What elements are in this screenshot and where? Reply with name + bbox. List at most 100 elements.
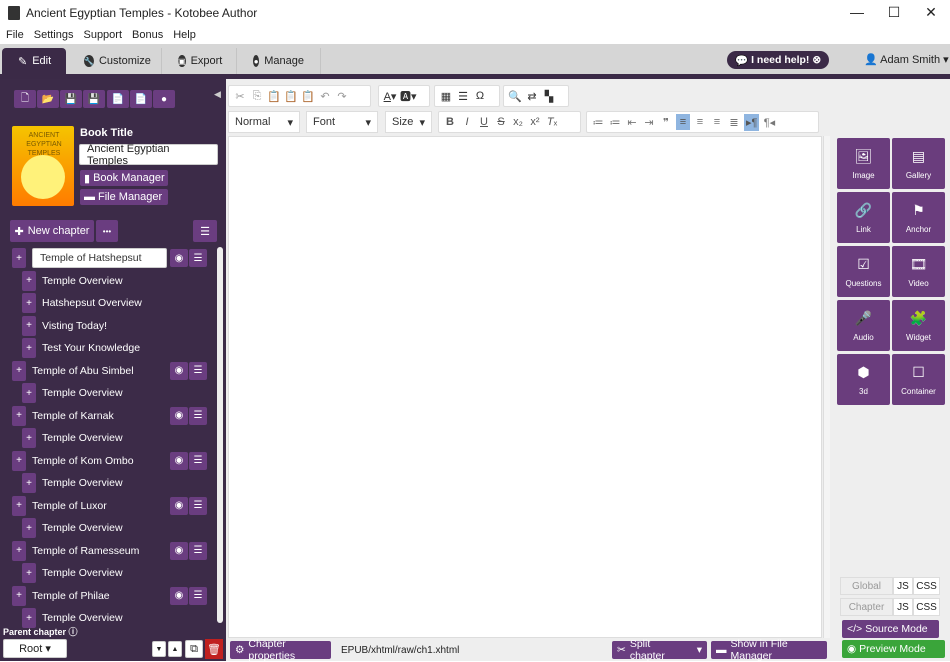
menu-support[interactable]: Support [83, 29, 122, 41]
tree-scrollbar[interactable] [217, 247, 223, 623]
widget-audio-button[interactable]: 🎤 Audio [837, 300, 890, 351]
subscript-icon[interactable]: x₂ [511, 116, 525, 128]
global-js-button[interactable]: JS [893, 577, 913, 595]
help-button[interactable]: 💬 I need help! ⊗ [727, 51, 830, 69]
move-down-button[interactable]: ▼ [152, 641, 166, 657]
redo-icon[interactable]: ↷ [335, 90, 349, 103]
expand-plus-icon[interactable]: + [12, 540, 26, 561]
maximize-button[interactable]: ☐ [884, 4, 904, 21]
hr-icon[interactable]: ☰ [456, 90, 470, 103]
visibility-eye-icon[interactable]: ◉ [170, 541, 188, 560]
parent-chapter-select[interactable]: Root ▾ [3, 639, 67, 658]
table-icon[interactable]: ▦ [439, 90, 453, 103]
visibility-eye-icon[interactable]: ◉ [170, 451, 188, 470]
save-as-button[interactable]: 💾 [83, 90, 105, 108]
minimize-button[interactable]: — [847, 4, 867, 20]
source-mode-button[interactable]: </> Source Mode [842, 620, 939, 638]
chevron-down-icon[interactable]: ▾ [697, 644, 702, 656]
more-button[interactable]: ••• [96, 220, 118, 242]
editor-scrollbar[interactable] [823, 136, 830, 638]
chapter-menu-icon[interactable]: ☰ [189, 541, 207, 560]
editor-canvas[interactable] [228, 136, 822, 638]
menu-settings[interactable]: Settings [34, 29, 74, 41]
expand-plus-icon[interactable]: + [22, 473, 36, 493]
visibility-eye-icon[interactable]: ◉ [170, 361, 188, 380]
info-icon[interactable]: ⓘ [69, 627, 78, 637]
chapter-css-button[interactable]: CSS [913, 598, 940, 616]
widget-widget-button[interactable]: 🧩 Widget [892, 300, 945, 351]
chapter-item[interactable]: + Temple Overview [22, 383, 123, 403]
paste-icon[interactable]: 📋 [267, 90, 281, 103]
chapter-item[interactable]: + Temple of Kom Ombo [12, 450, 134, 471]
file-manager-button[interactable]: ▬ File Manager [80, 189, 168, 205]
menu-help[interactable]: Help [173, 29, 196, 41]
collapse-panel-icon[interactable]: ◀ [214, 89, 221, 100]
expand-plus-icon[interactable]: + [22, 270, 36, 291]
underline-icon[interactable]: U [477, 116, 491, 128]
bg-color-icon[interactable]: 🅰▾ [400, 88, 417, 104]
undo-icon[interactable]: ↶ [318, 90, 332, 103]
expand-plus-icon[interactable]: + [22, 293, 36, 313]
widget-questions-button[interactable]: ☑ Questions [837, 246, 890, 297]
import-file-button[interactable]: 📄 [130, 90, 152, 108]
move-up-button[interactable]: ▲ [168, 641, 182, 657]
export-pdf-button[interactable]: 📄 [107, 90, 129, 108]
chapter-menu-icon[interactable]: ☰ [189, 361, 207, 380]
search-icon[interactable]: 🔍 [508, 90, 522, 103]
duplicate-button[interactable]: ⧉ [185, 640, 203, 658]
close-button[interactable]: ✕ [921, 4, 941, 21]
widget-anchor-button[interactable]: ⚑ Anchor [892, 192, 945, 243]
expand-plus-icon[interactable]: + [22, 315, 36, 336]
numbered-list-icon[interactable]: ≔ [591, 116, 605, 129]
list-menu-button[interactable]: ☰ [193, 220, 217, 242]
chapter-item[interactable]: + Temple of Hatshepsut [12, 248, 167, 268]
visibility-eye-icon[interactable]: ◉ [170, 406, 188, 425]
widget-video-button[interactable]: 🎞 Video [892, 246, 945, 297]
expand-plus-icon[interactable]: + [22, 383, 36, 403]
chapter-item[interactable]: + Temple of Philae [12, 585, 110, 606]
chapter-item[interactable]: + Temple Overview [22, 270, 123, 291]
chapter-menu-icon[interactable]: ☰ [189, 496, 207, 515]
chapter-name-input[interactable]: Temple of Hatshepsut [32, 248, 167, 268]
bullet-list-icon[interactable]: ≔ [608, 116, 622, 129]
expand-plus-icon[interactable]: + [22, 428, 36, 448]
chapter-item[interactable]: + Temple Overview [22, 473, 123, 493]
font-select[interactable]: Font ▾ [306, 111, 378, 133]
copy-icon[interactable]: ⎘ [250, 90, 264, 103]
global-css-button[interactable]: CSS [913, 577, 940, 595]
chapter-properties-button[interactable]: ⚙ Chapter properties [230, 638, 331, 662]
expand-plus-icon[interactable]: + [22, 518, 36, 538]
bold-icon[interactable]: B [443, 116, 457, 128]
show-in-file-manager-button[interactable]: ▬ Show in File Manager [711, 638, 827, 662]
chapter-item[interactable]: + Temple Overview [22, 428, 123, 448]
format-select[interactable]: Normal ▾ [228, 111, 300, 133]
split-chapter-button[interactable]: ✂ Split chapter ▾ [612, 638, 707, 662]
rtl-icon[interactable]: ¶◂ [762, 116, 776, 129]
expand-plus-icon[interactable]: + [12, 450, 26, 471]
chapter-item[interactable]: + Temple of Karnak [12, 405, 114, 426]
book-cover[interactable]: ANCIENT EGYPTIAN TEMPLES [12, 126, 74, 206]
chapter-menu-icon[interactable]: ☰ [189, 249, 207, 267]
expand-plus-icon[interactable]: + [12, 405, 26, 426]
chapter-item[interactable]: + Test Your Knowledge [22, 338, 140, 358]
visibility-eye-icon[interactable]: ◉ [170, 586, 188, 605]
chapter-menu-icon[interactable]: ☰ [189, 586, 207, 605]
show-blocks-icon[interactable]: ▚ [542, 90, 556, 103]
chapter-js-button[interactable]: JS [893, 598, 913, 616]
chapter-item[interactable]: + Temple of Luxor [12, 495, 107, 516]
expand-plus-icon[interactable]: + [12, 360, 26, 381]
replace-icon[interactable]: ⇄ [525, 90, 539, 103]
paste-word-icon[interactable]: 📋 [301, 90, 315, 103]
omega-icon[interactable]: Ω [473, 90, 487, 102]
justify-icon[interactable]: ≣ [727, 116, 741, 129]
indent-icon[interactable]: ⇥ [642, 116, 656, 129]
widget-gallery-button[interactable]: ▤ Gallery [892, 138, 945, 189]
visibility-eye-icon[interactable]: ◉ [170, 249, 188, 267]
new-file-button[interactable]: 🗋 [14, 90, 36, 108]
globe-button[interactable]: ● [153, 90, 175, 108]
expand-plus-icon[interactable]: + [22, 338, 36, 358]
menu-file[interactable]: File [6, 29, 24, 41]
tab-customize[interactable]: 🔧 Customize [68, 48, 162, 74]
expand-plus-icon[interactable]: + [12, 585, 26, 606]
expand-plus-icon[interactable]: + [12, 495, 26, 516]
